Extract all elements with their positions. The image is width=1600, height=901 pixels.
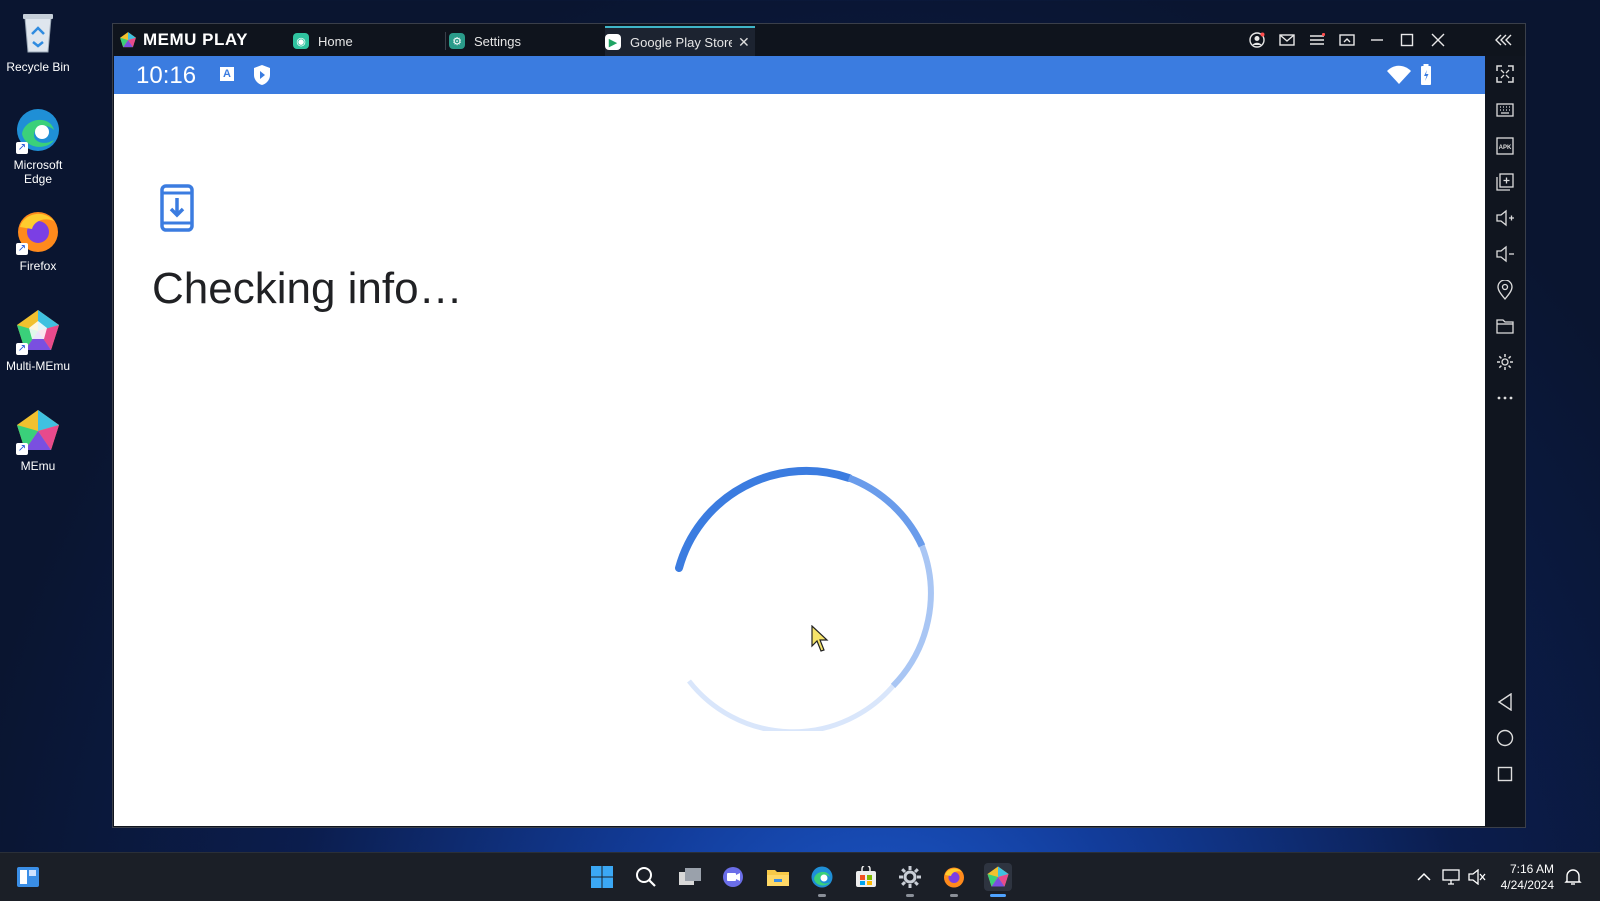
notification-icon[interactable] (1562, 863, 1584, 891)
logo-text: MEMU PLAY (143, 30, 248, 49)
desktop-icon-label: Multi-MEmu (5, 359, 70, 373)
desktop-icon-label: MEmu (20, 459, 56, 473)
gear-icon: ⚙ (449, 33, 465, 49)
mail-icon[interactable] (1277, 30, 1297, 50)
meet-icon[interactable] (720, 863, 748, 891)
back-icon[interactable] (1495, 692, 1515, 712)
apk-icon[interactable]: APK (1495, 136, 1515, 156)
memu-icon[interactable] (984, 863, 1012, 897)
screen-icon[interactable] (1337, 30, 1357, 50)
loading-spinner (649, 431, 949, 736)
firefox-icon: ↗ (14, 207, 62, 255)
desktop-icon-label: Recycle Bin (6, 60, 70, 74)
shortcut-arrow-icon: ↗ (16, 443, 28, 455)
tab-close-icon[interactable]: ✕ (738, 34, 750, 51)
menu-icon[interactable] (1307, 30, 1327, 50)
tab-home[interactable]: ◉ Home (293, 26, 433, 56)
fullscreen-icon[interactable] (1495, 64, 1515, 84)
maximize-icon[interactable] (1397, 30, 1417, 50)
memu-icon: ↗ (14, 407, 62, 455)
system-clock[interactable]: 7:16 AM 4/24/2024 (1501, 861, 1554, 893)
title-bar: MEMU PLAY ◉ Home ⚙ Settings ▶ Google Pla… (113, 24, 1525, 56)
minimize-icon[interactable] (1367, 30, 1387, 50)
memu-home-icon: ◉ (293, 33, 309, 49)
status-time: 10:16 (136, 62, 197, 89)
multi-window-icon[interactable] (1495, 172, 1515, 192)
android-status-bar: 10:16 A (114, 56, 1485, 94)
memu-window: MEMU PLAY ◉ Home ⚙ Settings ▶ Google Pla… (112, 23, 1526, 828)
play-store-icon: ▶ (605, 34, 621, 50)
edge-icon[interactable] (808, 863, 836, 897)
settings-icon[interactable] (1495, 352, 1515, 372)
svg-text:APK: APK (1499, 145, 1512, 151)
wifi-icon (1386, 65, 1412, 90)
location-icon[interactable] (1495, 280, 1515, 300)
tab-label: Home (318, 33, 353, 49)
running-indicator (950, 894, 958, 897)
file-explorer-icon[interactable] (764, 863, 792, 891)
tab-settings[interactable]: ⚙ Settings (449, 26, 589, 56)
edge-icon: ↗ (14, 106, 62, 154)
screen-title: Checking info… (152, 264, 463, 313)
tab-label: Settings (474, 33, 521, 49)
volume-icon[interactable] (1466, 863, 1488, 891)
memu-logo-icon (120, 32, 136, 48)
account-icon[interactable] (1247, 30, 1267, 50)
desktop-icon-label: Microsoft Edge (13, 158, 63, 186)
network-icon[interactable] (1440, 863, 1462, 891)
widgets-icon[interactable] (14, 863, 42, 891)
a-notification-icon: A (220, 67, 234, 81)
volume-down-icon[interactable] (1495, 244, 1515, 264)
home-icon[interactable] (1495, 728, 1515, 748)
clock-time: 7:16 AM (1509, 862, 1554, 876)
recents-icon[interactable] (1495, 764, 1515, 784)
desktop-icon-recycle-bin[interactable]: Recycle Bin (0, 8, 76, 74)
shortcut-arrow-icon: ↗ (16, 343, 28, 355)
memu-logo: MEMU PLAY (119, 30, 248, 50)
running-indicator (906, 894, 914, 897)
shield-icon (252, 64, 272, 91)
taskbar: 7:16 AM 4/24/2024 (0, 852, 1600, 901)
multi-memu-icon: ↗ (14, 307, 62, 355)
mouse-cursor (811, 624, 831, 658)
store-icon[interactable] (852, 863, 880, 891)
start-icon[interactable] (588, 863, 616, 891)
side-toolbar: APK (1485, 56, 1525, 826)
search-icon[interactable] (632, 863, 660, 891)
chevron-up-icon[interactable] (1414, 863, 1434, 891)
desktop-icon-label: Firefox (19, 259, 57, 273)
settings-icon[interactable] (896, 863, 924, 897)
running-indicator (818, 894, 826, 897)
folder-icon[interactable] (1495, 316, 1515, 336)
running-indicator (990, 894, 1006, 897)
tab-google-play-store[interactable]: ▶ Google Play Store ✕ (605, 26, 755, 56)
volume-up-icon[interactable] (1495, 208, 1515, 228)
desktop-icon-edge[interactable]: ↗ Microsoft Edge (0, 106, 76, 186)
close-icon[interactable] (1428, 30, 1448, 50)
shortcut-arrow-icon: ↗ (16, 142, 28, 154)
tab-label: Google Play Store (630, 34, 732, 50)
android-screen[interactable]: 10:16 A Checking info… (114, 56, 1485, 826)
collapse-sidebar-icon[interactable] (1494, 30, 1514, 50)
desktop-icon-memu[interactable]: ↗ MEmu (0, 407, 76, 473)
task-view-icon[interactable] (676, 863, 704, 891)
shortcut-arrow-icon: ↗ (16, 243, 28, 255)
keyboard-icon[interactable] (1495, 100, 1515, 120)
desktop-icon-multi-memu[interactable]: ↗ Multi-MEmu (0, 307, 76, 373)
phone-download-icon (160, 184, 194, 237)
battery-icon (1420, 64, 1432, 91)
firefox-icon[interactable] (940, 863, 968, 897)
recycle-bin-icon (14, 8, 62, 56)
tab-divider (445, 32, 446, 50)
clock-date: 4/24/2024 (1500, 878, 1554, 892)
more-icon[interactable] (1495, 388, 1515, 408)
desktop-icon-firefox[interactable]: ↗ Firefox (0, 207, 76, 273)
